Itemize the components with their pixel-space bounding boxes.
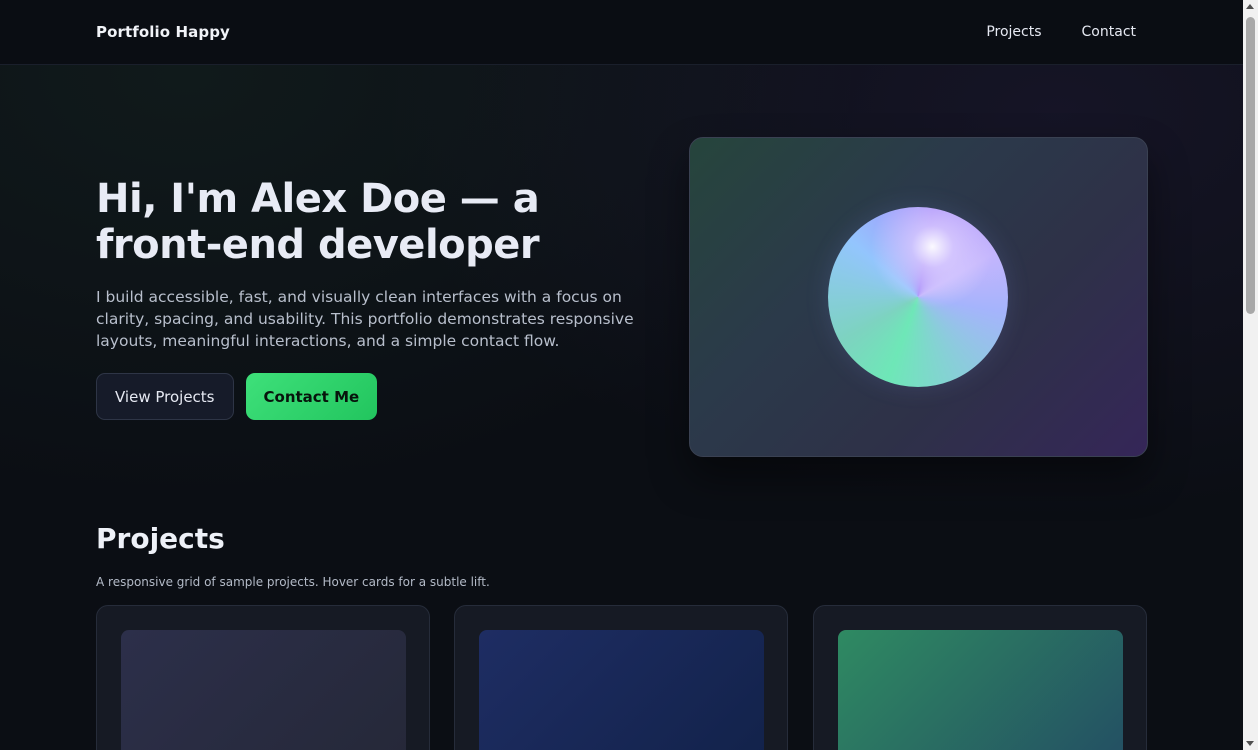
projects-title: Projects [96, 522, 225, 555]
nav-links: Projects Contact [986, 24, 1136, 40]
brand-logo[interactable]: Portfolio Happy [96, 23, 230, 41]
view-projects-button[interactable]: View Projects [96, 373, 234, 420]
hero-actions: View Projects Contact Me [96, 373, 378, 420]
nav-link-contact[interactable]: Contact [1082, 24, 1136, 40]
vertical-scrollbar[interactable] [1243, 0, 1258, 750]
contact-me-button[interactable]: Contact Me [245, 373, 378, 420]
project-thumbnail [479, 630, 764, 750]
projects-subtitle: A responsive grid of sample projects. Ho… [96, 575, 490, 589]
hero-section: Hi, I'm Alex Doe — a front-end developer… [96, 176, 656, 352]
page: Portfolio Happy Projects Contact Hi, I'm… [0, 0, 1243, 750]
nav-link-projects[interactable]: Projects [986, 24, 1041, 40]
project-card[interactable] [813, 605, 1147, 750]
hero-title: Hi, I'm Alex Doe — a front-end developer [96, 176, 540, 268]
top-nav: Portfolio Happy Projects Contact [0, 0, 1243, 65]
project-thumbnail [121, 630, 406, 750]
scrollbar-thumb[interactable] [1246, 17, 1255, 314]
gradient-orb [828, 207, 1008, 387]
project-thumbnail [838, 630, 1123, 750]
project-card[interactable] [96, 605, 430, 750]
scroll-down-icon[interactable] [1246, 741, 1254, 746]
project-card[interactable] [454, 605, 788, 750]
hero-description: I build accessible, fast, and visually c… [96, 288, 634, 350]
hero-visual-card [689, 137, 1148, 457]
scroll-up-icon[interactable] [1246, 4, 1254, 9]
